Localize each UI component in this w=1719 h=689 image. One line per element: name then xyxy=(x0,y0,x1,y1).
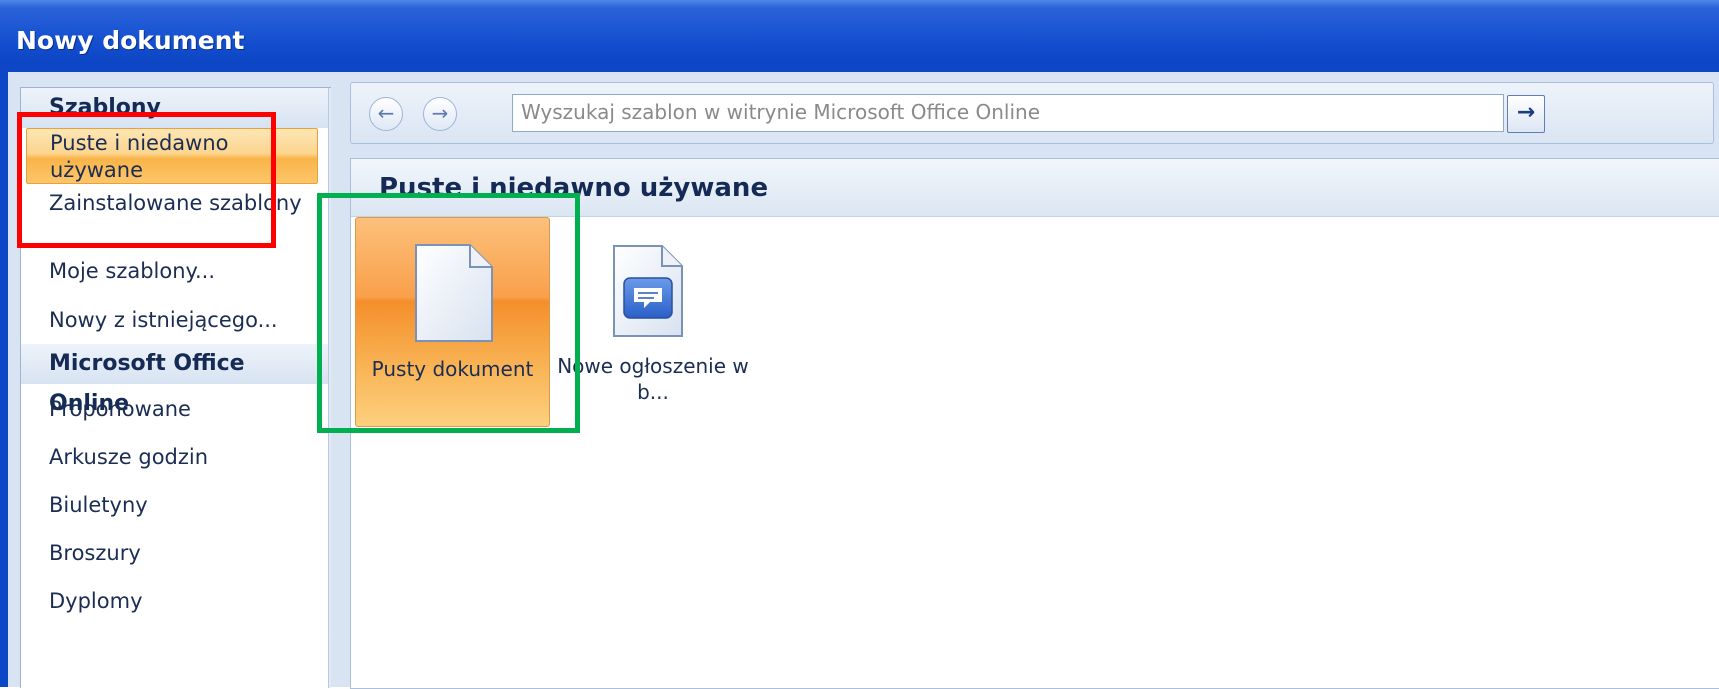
arrow-left-icon: ← xyxy=(377,101,395,125)
sidebar-item-brochures[interactable]: Broszury xyxy=(26,540,318,567)
sidebar-item-label: Proponowane xyxy=(49,397,191,421)
sidebar-item-label: Moje szablony... xyxy=(49,259,216,283)
blog-post-icon xyxy=(613,245,683,337)
template-tile-blog-post[interactable]: Nowe ogłoszenie w b... xyxy=(551,217,749,427)
search-toolbar: ← → → xyxy=(350,82,1714,144)
section-header-office-online: Microsoft Office Online xyxy=(21,344,328,416)
sidebar-item-my-templates[interactable]: Moje szablony... xyxy=(26,258,318,285)
sidebar-item-diplomas[interactable]: Dyplomy xyxy=(26,588,318,615)
sidebar-item-featured[interactable]: Proponowane xyxy=(26,396,318,423)
search-input[interactable] xyxy=(513,95,1491,129)
sidebar-item-label: Arkusze godzin xyxy=(49,445,209,469)
sidebar-item-new-from-existing[interactable]: Nowy z istniejącego... xyxy=(26,307,318,334)
search-box xyxy=(512,94,1504,132)
back-button[interactable]: ← xyxy=(369,97,403,131)
sidebar-item-label: Dyplomy xyxy=(49,589,143,613)
dialog-window: Nowy dokument Szablony Puste i niedawno … xyxy=(0,0,1719,689)
sidebar-item-label: Nowy z istniejącego... xyxy=(49,308,278,332)
arrow-right-icon: → xyxy=(431,101,449,125)
sidebar-item-label: Biuletyny xyxy=(49,493,148,517)
sidebar-item-label: Broszury xyxy=(49,541,141,565)
sidebar-item-timesheets[interactable]: Arkusze godzin xyxy=(26,444,318,471)
sidebar-item-newsletters[interactable]: Biuletyny xyxy=(26,492,318,519)
highlight-box-red xyxy=(17,112,276,248)
template-label: Nowe ogłoszenie w b... xyxy=(557,354,749,404)
window-title: Nowy dokument xyxy=(16,26,245,55)
forward-button[interactable]: → xyxy=(423,97,457,131)
search-go-button[interactable]: → xyxy=(1507,95,1545,133)
highlight-box-green xyxy=(317,193,580,433)
arrow-right-icon: → xyxy=(1516,100,1536,125)
